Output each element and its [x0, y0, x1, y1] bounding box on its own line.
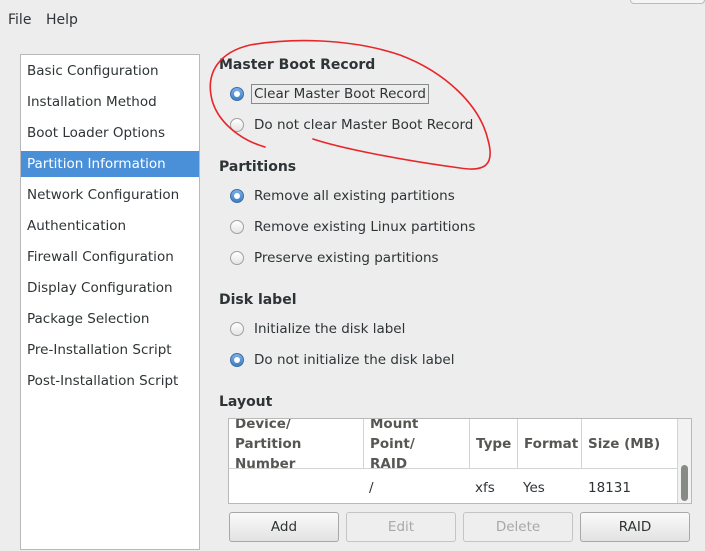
table-scrollbar[interactable]	[677, 419, 691, 503]
disk-label-option-do-not-initialize[interactable]: Do not initialize the disk label	[230, 349, 456, 371]
column-header-format[interactable]: Format	[518, 419, 582, 469]
header-line: Format	[524, 435, 579, 452]
sidebar-item-partition-information[interactable]: Partition Information	[21, 151, 199, 177]
header-line: Type	[476, 435, 512, 452]
radio-label: Do not initialize the disk label	[254, 352, 455, 368]
header-line: Device/	[235, 418, 291, 432]
radio-button[interactable]	[230, 220, 244, 234]
mbr-section-title: Master Boot Record	[219, 57, 376, 73]
partitions-option-preserve[interactable]: Preserve existing partitions	[230, 247, 441, 269]
radio-label: Remove existing Linux partitions	[254, 219, 476, 235]
radio-label: Preserve existing partitions	[254, 250, 439, 266]
sidebar-item-pre-installation-script[interactable]: Pre-Installation Script	[21, 337, 199, 363]
cell-format: Yes	[523, 480, 545, 496]
scrollbar-thumb[interactable]	[681, 465, 688, 501]
mbr-option-do-not-clear[interactable]: Do not clear Master Boot Record	[230, 114, 475, 136]
header-line: RAID	[370, 455, 408, 472]
menu-help[interactable]: Help	[46, 12, 78, 28]
sidebar-item-package-selection[interactable]: Package Selection	[21, 306, 199, 332]
radio-button[interactable]	[230, 189, 244, 203]
layout-section-title: Layout	[219, 394, 273, 410]
radio-label: Initialize the disk label	[254, 321, 406, 337]
window-tab-edge	[630, 0, 705, 4]
radio-button[interactable]	[230, 118, 244, 132]
sidebar-item-basic-configuration[interactable]: Basic Configuration	[21, 58, 199, 84]
column-header-type[interactable]: Type	[470, 419, 518, 469]
sidebar: Basic Configuration Installation Method …	[20, 54, 200, 550]
header-line: Partition Number	[235, 435, 302, 472]
radio-button[interactable]	[230, 87, 244, 101]
radio-button[interactable]	[230, 322, 244, 336]
radio-label: Do not clear Master Boot Record	[254, 117, 474, 133]
mbr-option-clear[interactable]: Clear Master Boot Record	[230, 83, 429, 105]
sidebar-item-installation-method[interactable]: Installation Method	[21, 89, 199, 115]
partitions-option-remove-linux[interactable]: Remove existing Linux partitions	[230, 216, 477, 238]
sidebar-item-post-installation-script[interactable]: Post-Installation Script	[21, 368, 199, 394]
column-header-mount-point[interactable]: Mount Point/RAID	[364, 418, 470, 472]
radio-label: Remove all existing partitions	[254, 188, 455, 204]
partitions-section-title: Partitions	[219, 159, 297, 175]
column-header-size[interactable]: Size (MB)	[582, 419, 678, 469]
partitions-option-remove-all[interactable]: Remove all existing partitions	[230, 185, 457, 207]
menu-file[interactable]: File	[8, 12, 31, 28]
cell-type: xfs	[475, 480, 495, 496]
sidebar-item-boot-loader-options[interactable]: Boot Loader Options	[21, 120, 199, 146]
partition-layout-table: Device/Partition Number Mount Point/RAID…	[228, 418, 692, 504]
column-header-device[interactable]: Device/Partition Number	[229, 418, 364, 472]
sidebar-item-firewall-configuration[interactable]: Firewall Configuration	[21, 244, 199, 270]
radio-button[interactable]	[230, 353, 244, 367]
cell-size: 18131	[588, 480, 631, 496]
disk-label-option-initialize[interactable]: Initialize the disk label	[230, 318, 407, 340]
raid-button[interactable]: RAID	[580, 512, 690, 542]
radio-button[interactable]	[230, 251, 244, 265]
header-line: Mount Point/	[370, 418, 419, 452]
delete-button[interactable]: Delete	[463, 512, 573, 542]
menu-bar: File Help	[0, 0, 705, 40]
sidebar-item-network-configuration[interactable]: Network Configuration	[21, 182, 199, 208]
sidebar-item-authentication[interactable]: Authentication	[21, 213, 199, 239]
sidebar-item-display-configuration[interactable]: Display Configuration	[21, 275, 199, 301]
header-line: Size (MB)	[588, 435, 661, 452]
radio-label: Clear Master Boot Record	[251, 84, 429, 104]
cell-mount-point: /	[369, 480, 374, 496]
add-button[interactable]: Add	[229, 512, 339, 542]
edit-button[interactable]: Edit	[346, 512, 456, 542]
disk-label-section-title: Disk label	[219, 292, 297, 308]
